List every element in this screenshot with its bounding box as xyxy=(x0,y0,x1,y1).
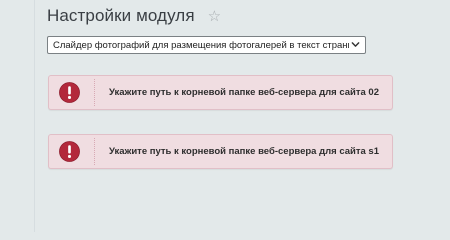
module-select-value: Слайдер фотографий для размещения фотога… xyxy=(53,39,349,51)
error-alert: Укажите путь к корневой папке веб-сервер… xyxy=(48,75,393,110)
alert-separator xyxy=(94,138,95,165)
module-select[interactable]: Слайдер фотографий для размещения фотога… xyxy=(47,36,366,54)
error-alert: Укажите путь к корневой папке веб-сервер… xyxy=(48,134,393,169)
left-panel-divider xyxy=(34,0,35,232)
alert-message: Укажите путь к корневой папке веб-сервер… xyxy=(109,87,380,98)
alert-separator xyxy=(94,79,95,106)
page-header: Настройки модуля ☆ xyxy=(47,4,221,28)
error-exclamation-icon xyxy=(59,141,80,162)
error-exclamation-icon xyxy=(59,82,80,103)
alert-message: Укажите путь к корневой папке веб-сервер… xyxy=(109,146,380,157)
chevron-down-icon xyxy=(351,42,360,47)
page-title: Настройки модуля xyxy=(47,6,195,25)
star-icon[interactable]: ☆ xyxy=(208,9,221,24)
